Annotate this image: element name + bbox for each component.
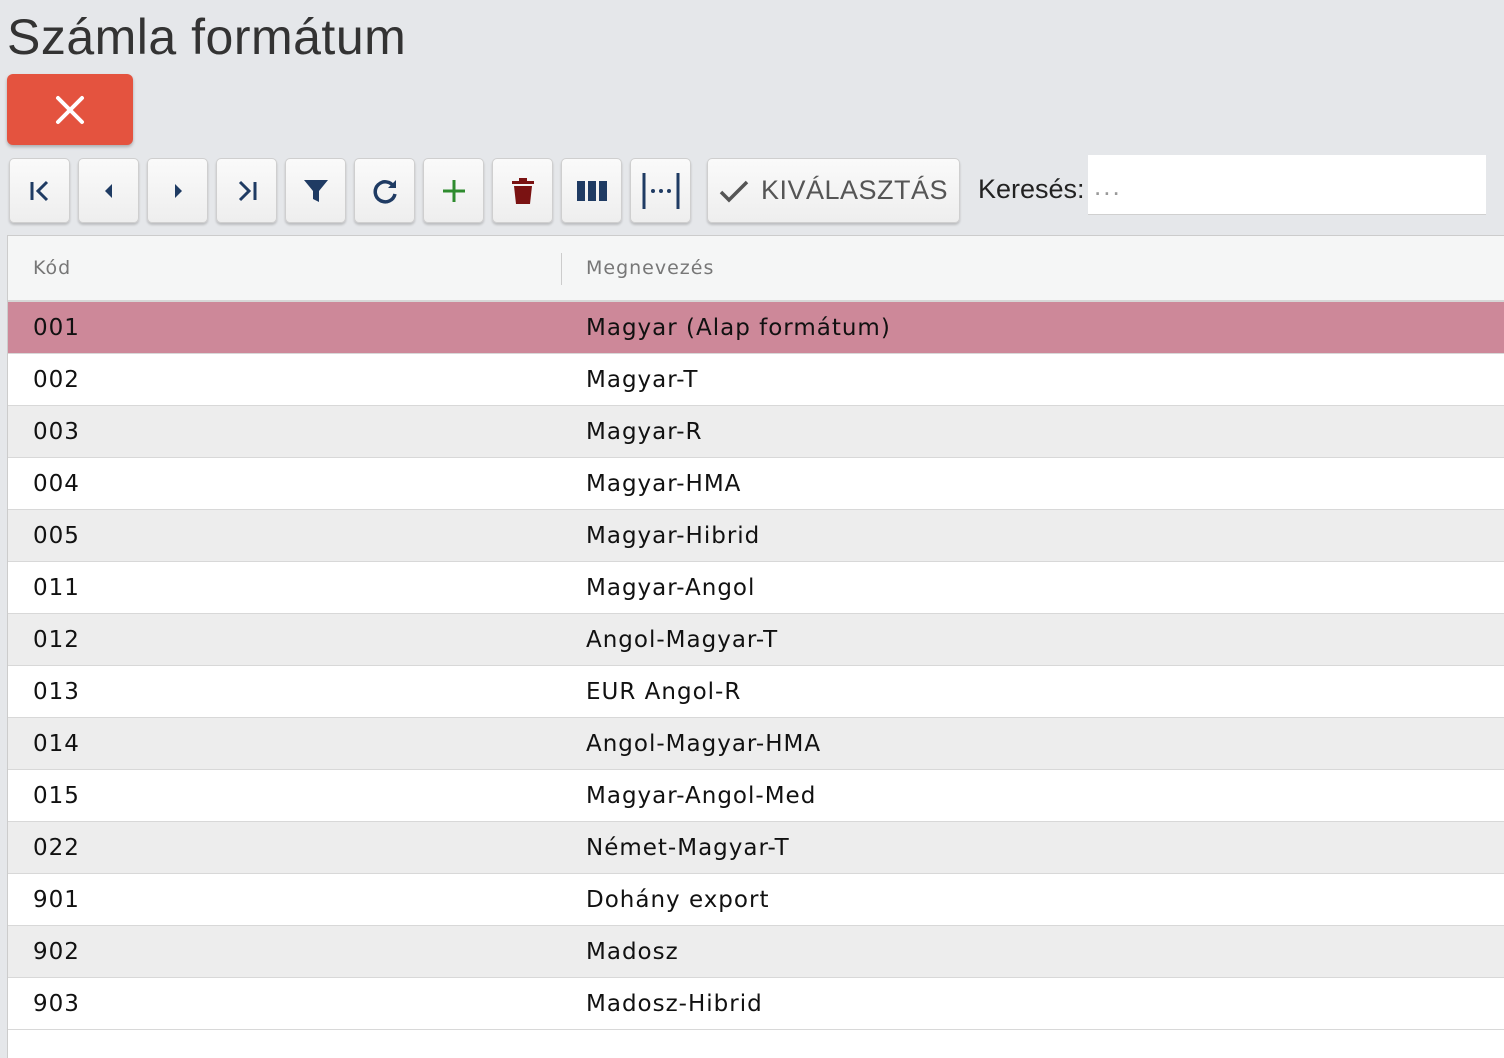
cell-name: Madosz-Hibrid <box>586 991 763 1017</box>
last-record-button[interactable] <box>216 158 277 223</box>
search-label: Keresés: <box>978 174 1085 204</box>
cell-name: Magyar-R <box>586 419 703 445</box>
close-button[interactable] <box>7 74 133 145</box>
table-row[interactable]: 022 Német-Magyar-T <box>8 822 1504 874</box>
filter-button[interactable] <box>285 158 346 223</box>
previous-record-button[interactable] <box>78 158 139 223</box>
cell-code: 004 <box>33 471 80 497</box>
fit-width-button[interactable] <box>630 158 691 223</box>
table-row[interactable]: 002 Magyar-T <box>8 354 1504 406</box>
cell-name: Magyar-Angol-Med <box>586 783 817 809</box>
refresh-icon <box>373 179 397 204</box>
plus-icon <box>442 179 465 202</box>
table-row[interactable]: 005 Magyar-Hibrid <box>8 510 1504 562</box>
caret-right-icon <box>174 183 182 198</box>
checkmark-icon <box>719 180 749 202</box>
cell-code: 022 <box>33 835 80 861</box>
table-row[interactable]: 013 EUR Angol-R <box>8 666 1504 718</box>
column-header-name[interactable]: Megnevezés <box>586 257 714 279</box>
cell-code: 001 <box>33 315 80 341</box>
cell-name: Madosz <box>586 939 679 965</box>
table-row[interactable]: 015 Magyar-Angol-Med <box>8 770 1504 822</box>
trash-icon <box>511 177 534 204</box>
fit-width-icon <box>642 172 679 209</box>
cell-code: 902 <box>33 939 80 965</box>
cell-name: Magyar-HMA <box>586 471 742 497</box>
table-row[interactable]: 901 Dohány export <box>8 874 1504 926</box>
cell-code: 002 <box>33 367 80 393</box>
cell-name: Magyar-T <box>586 367 699 393</box>
grid-header: Kód Megnevezés <box>8 236 1504 302</box>
column-header-code[interactable]: Kód <box>33 257 71 279</box>
first-record-button[interactable] <box>9 158 70 223</box>
table-row[interactable]: 903 Madosz-Hibrid <box>8 978 1504 1030</box>
grid-body: 001 Magyar (Alap formátum) 002 Magyar-T 003 M… <box>8 302 1504 1030</box>
cell-code: 012 <box>33 627 80 653</box>
cell-name: Német-Magyar-T <box>586 835 790 861</box>
next-record-button[interactable] <box>147 158 208 223</box>
columns-button[interactable] <box>561 158 622 223</box>
page-title: Számla formátum <box>7 9 407 65</box>
cell-name: Magyar (Alap formátum) <box>586 315 891 341</box>
table-row[interactable]: 902 Madosz <box>8 926 1504 978</box>
cell-name: Magyar-Angol <box>586 575 756 601</box>
select-button[interactable]: KIVÁLASZTÁS <box>707 158 960 223</box>
filter-icon <box>303 179 328 202</box>
cell-code: 015 <box>33 783 80 809</box>
table-row[interactable]: 003 Magyar-R <box>8 406 1504 458</box>
table-row[interactable]: 004 Magyar-HMA <box>8 458 1504 510</box>
last-page-icon <box>238 180 256 201</box>
cell-name: Magyar-Hibrid <box>586 523 761 549</box>
cell-name: Angol-Magyar-T <box>586 627 779 653</box>
cell-code: 014 <box>33 731 80 757</box>
refresh-button[interactable] <box>354 158 415 223</box>
table-row[interactable]: 001 Magyar (Alap formátum) <box>8 302 1504 354</box>
cell-name: Angol-Magyar-HMA <box>586 731 822 757</box>
add-button[interactable] <box>423 158 484 223</box>
select-button-label: KIVÁLASZTÁS <box>760 175 949 205</box>
table-row[interactable]: 014 Angol-Magyar-HMA <box>8 718 1504 770</box>
table-row[interactable]: 012 Angol-Magyar-T <box>8 614 1504 666</box>
caret-left-icon <box>104 183 112 198</box>
cell-code: 903 <box>33 991 80 1017</box>
cell-code: 011 <box>33 575 80 601</box>
close-icon <box>56 95 84 124</box>
delete-button[interactable] <box>492 158 553 223</box>
cell-code: 005 <box>33 523 80 549</box>
column-separator[interactable] <box>561 253 562 285</box>
cell-name: Dohány export <box>586 887 770 913</box>
data-grid: Kód Megnevezés 001 Magyar (Alap formátum)… <box>7 235 1504 1058</box>
cell-code: 003 <box>33 419 80 445</box>
cell-code: 901 <box>33 887 80 913</box>
columns-icon <box>576 180 607 201</box>
table-row[interactable]: 011 Magyar-Angol <box>8 562 1504 614</box>
cell-code: 013 <box>33 679 80 705</box>
search-input[interactable] <box>1088 155 1486 215</box>
first-page-icon <box>30 180 48 201</box>
cell-name: EUR Angol-R <box>586 679 742 705</box>
